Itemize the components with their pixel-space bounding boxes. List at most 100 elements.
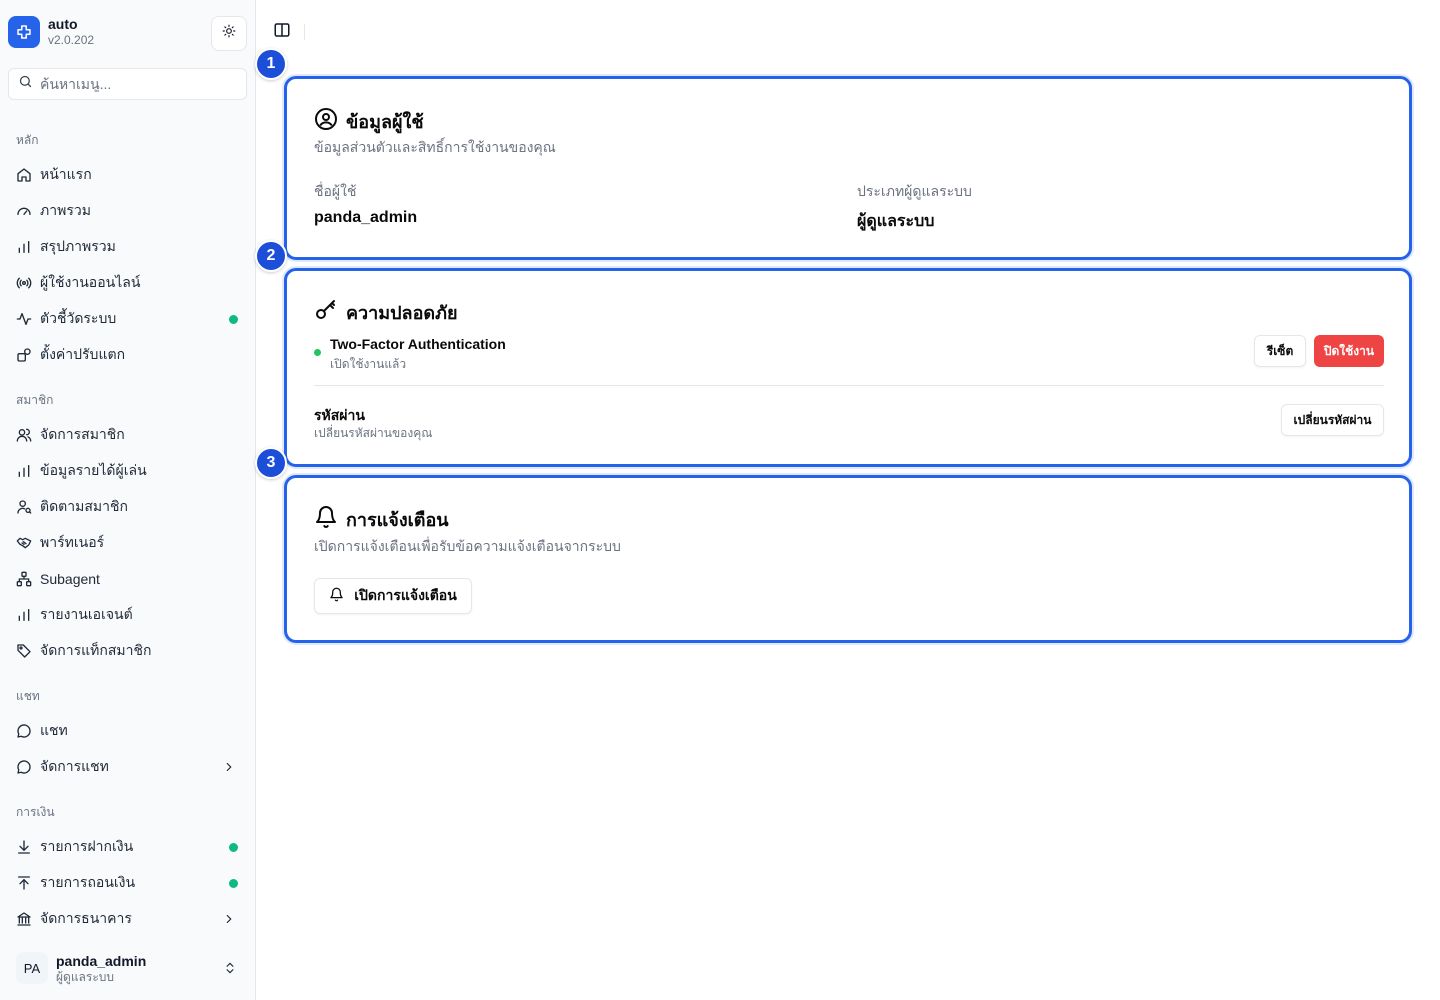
settings-box-icon (16, 347, 32, 363)
sidebar-item-summary[interactable]: สรุปภาพรวม (8, 231, 247, 263)
twofa-title: Two-Factor Authentication (330, 336, 506, 352)
search-input[interactable] (40, 76, 230, 92)
disable-2fa-button[interactable]: ปิดใช้งาน (1314, 335, 1384, 367)
sidebar: auto v2.0.202 หลัก หน้าแรก ภาพรวม สรุปภา… (0, 0, 256, 1000)
sidebar-item-player-income[interactable]: ข้อมูลรายได้ผู้เล่น (8, 455, 247, 487)
sidebar-item-partner[interactable]: พาร์ทเนอร์ (8, 527, 247, 559)
sidebar-item-member-tags[interactable]: จัดการแท็กสมาชิก (8, 635, 247, 667)
user-name: panda_admin (56, 952, 147, 969)
avatar: PA (16, 952, 48, 984)
sidebar-item-label: หน้าแรก (40, 166, 92, 182)
sidebar-item-label: จัดการสมาชิก (40, 426, 125, 442)
sidebar-item-label: รายการฝากเงิน (40, 838, 134, 854)
sidebar-item-track-members[interactable]: ติดตามสมาชิก (8, 491, 247, 523)
bar-chart-icon (16, 239, 32, 255)
tag-icon (16, 643, 32, 659)
sidebar-item-deposits[interactable]: รายการฝากเงิน (8, 831, 247, 863)
sidebar-item-metrics[interactable]: ตัวชี้วัดระบบ (8, 303, 247, 335)
upload-icon (16, 875, 32, 891)
reset-2fa-button[interactable]: รีเซ็ต (1254, 335, 1306, 367)
key-icon (314, 298, 338, 327)
radio-icon (16, 275, 32, 291)
sidebar-item-label: จัดการแชท (40, 758, 109, 774)
users-icon (16, 427, 32, 443)
bank-icon (16, 911, 32, 927)
sidebar-item-label: ตัวชี้วัดระบบ (40, 310, 117, 326)
sidebar-item-label: จัดการธนาคาร (40, 910, 132, 926)
password-description: เปลี่ยนรหัสผ่านของคุณ (314, 426, 433, 440)
sun-icon (222, 24, 236, 43)
user-role: ผู้ดูแลระบบ (56, 969, 115, 984)
app-version: v2.0.202 (48, 33, 95, 47)
handshake-icon (16, 535, 32, 551)
message-circle-icon (16, 723, 32, 739)
sidebar-item-label: ข้อมูลรายได้ผู้เล่น (40, 462, 147, 478)
group-label-members: สมาชิก (16, 393, 54, 407)
username-value: panda_admin (314, 209, 418, 226)
bell-icon (314, 505, 338, 534)
role-label: ประเภทผู้ดูแลระบบ (857, 183, 972, 199)
sidebar-item-agent-report[interactable]: รายงานเอเจนต์ (8, 599, 247, 631)
change-password-button[interactable]: เปลี่ยนรหัสผ่าน (1281, 404, 1384, 436)
divider (314, 385, 1384, 386)
twofa-status: เปิดใช้งานแล้ว (330, 357, 407, 371)
sidebar-item-chat[interactable]: แชท (8, 715, 247, 747)
bar-chart-icon (16, 463, 32, 479)
sidebar-item-withdrawals[interactable]: รายการถอนเงิน (8, 867, 247, 899)
status-dot (229, 843, 238, 852)
sidebar-item-label: รายงานเอเจนต์ (40, 606, 133, 622)
twofa-status-dot (314, 349, 321, 356)
status-dot (229, 879, 238, 888)
gauge-icon (16, 203, 32, 219)
security-card: ความปลอดภัย Two-Factor Authentication เป… (284, 268, 1412, 467)
step-badge-1: 1 (255, 48, 287, 80)
message-circle-icon (16, 759, 32, 775)
sidebar-item-settings[interactable]: ตั้งค่าปรับแตก (8, 339, 247, 371)
theme-toggle-button[interactable] (211, 16, 247, 51)
bell-icon (329, 587, 344, 605)
step-badge-2: 2 (255, 240, 287, 272)
sidebar-item-overview[interactable]: ภาพรวม (8, 195, 247, 227)
download-icon (16, 839, 32, 855)
sidebar-item-label: สรุปภาพรวม (40, 238, 116, 254)
sidebar-item-label: จัดการแท็กสมาชิก (40, 642, 152, 658)
logo-icon (8, 16, 40, 48)
sidebar-item-subagent[interactable]: Subagent (8, 563, 247, 595)
sidebar-item-label: รายการถอนเงิน (40, 874, 136, 890)
username-label: ชื่อผู้ใช้ (314, 183, 357, 199)
sidebar-item-manage-chat[interactable]: จัดการแชท (8, 751, 247, 783)
sidebar-item-home[interactable]: หน้าแรก (8, 159, 247, 191)
notifications-card-description: เปิดการแจ้งเตือนเพื่อรับข้อความแจ้งเตือน… (314, 538, 621, 554)
sidebar-item-manage-members[interactable]: จัดการสมาชิก (8, 419, 247, 451)
group-label-finance: การเงิน (16, 805, 55, 819)
profile-card-description: ข้อมูลส่วนตัวและสิทธิ์การใช้งานของคุณ (314, 139, 556, 155)
user-circle-icon (314, 107, 338, 136)
status-dot (229, 315, 238, 324)
step-badge-3: 3 (255, 447, 287, 479)
profile-card-title: ข้อมูลผู้ใช้ (314, 107, 424, 136)
brand[interactable]: auto v2.0.202 (8, 16, 94, 48)
sidebar-item-online-users[interactable]: ผู้ใช้งานออนไลน์ (8, 267, 247, 299)
sidebar-item-label: ผู้ใช้งานออนไลน์ (40, 274, 141, 290)
sidebar-item-banks[interactable]: จัดการธนาคาร (8, 903, 247, 935)
home-icon (16, 167, 32, 183)
search-icon (18, 74, 33, 94)
chevron-right-icon (221, 911, 237, 927)
panel-left-icon (273, 21, 291, 44)
sidebar-item-label: แชท (40, 722, 68, 738)
menu-search[interactable] (8, 68, 247, 100)
app-name: auto (48, 16, 78, 32)
profile-card: ข้อมูลผู้ใช้ ข้อมูลส่วนตัวและสิทธิ์การใช… (284, 76, 1412, 260)
sidebar-item-label: ติดตามสมาชิก (40, 498, 128, 514)
sidebar-toggle-button[interactable] (270, 20, 294, 44)
role-value: ผู้ดูแลระบบ (857, 213, 935, 230)
network-icon (16, 571, 32, 587)
sidebar-item-label: พาร์ทเนอร์ (40, 534, 105, 550)
user-menu[interactable]: PA panda_admin ผู้ดูแลระบบ (8, 946, 247, 990)
chevrons-up-down-icon (222, 960, 238, 976)
notifications-card-title: การแจ้งเตือน (314, 505, 449, 534)
group-label-main: หลัก (16, 133, 39, 147)
enable-notifications-button[interactable]: เปิดการแจ้งเตือน (314, 578, 472, 614)
activity-icon (16, 311, 32, 327)
sidebar-item-label: ตั้งค่าปรับแตก (40, 346, 126, 362)
